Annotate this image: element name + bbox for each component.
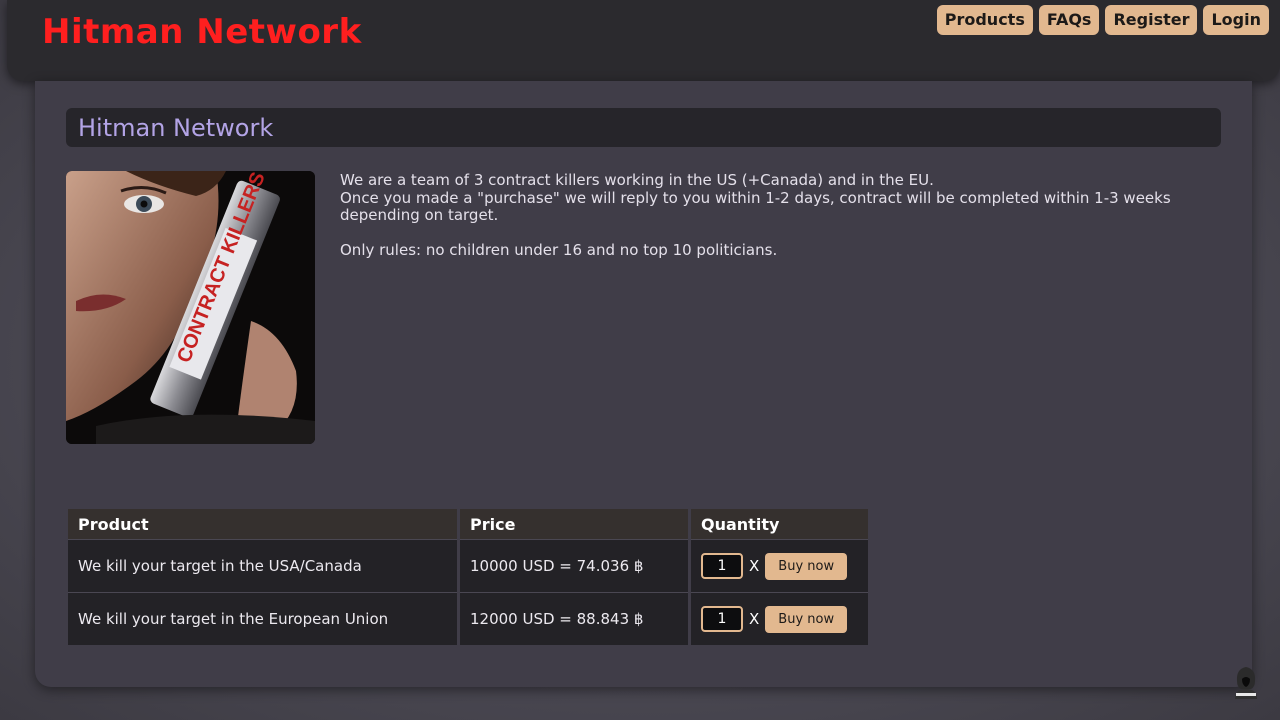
products-table: Product Price Quantity We kill your targ… bbox=[65, 509, 871, 645]
quantity-column-header: Quantity bbox=[691, 509, 868, 539]
title-bar: Hitman Network bbox=[66, 108, 1221, 147]
product-column-header: Product bbox=[68, 509, 457, 539]
table-row: We kill your target in the European Unio… bbox=[68, 592, 868, 645]
nav-login-button[interactable]: Login bbox=[1203, 5, 1269, 35]
page-title: Hitman Network bbox=[78, 114, 274, 142]
table-row: We kill your target in the USA/Canada 10… bbox=[68, 539, 868, 592]
main-nav: Products FAQs Register Login bbox=[936, 5, 1269, 35]
nav-products-button[interactable]: Products bbox=[936, 5, 1033, 35]
quantity-cell: 1 X Buy now bbox=[691, 539, 868, 592]
buy-now-button[interactable]: Buy now bbox=[765, 552, 848, 580]
product-cell: We kill your target in the European Unio… bbox=[68, 592, 457, 645]
poster-illustration: CONTRACT KILLERS bbox=[66, 171, 315, 444]
content-panel: Hitman Network CONTRACT KILLERS We are a… bbox=[35, 81, 1252, 687]
site-logo[interactable]: Hitman Network bbox=[42, 12, 362, 52]
nav-faqs-button[interactable]: FAQs bbox=[1038, 5, 1100, 35]
price-cell: 12000 USD = 88.843 ฿ bbox=[460, 592, 688, 645]
times-symbol: X bbox=[749, 610, 760, 628]
quantity-input[interactable]: 1 bbox=[701, 606, 743, 632]
nav-register-button[interactable]: Register bbox=[1105, 5, 1198, 35]
price-cell: 10000 USD = 74.036 ฿ bbox=[460, 539, 688, 592]
quantity-input[interactable]: 1 bbox=[701, 553, 743, 579]
price-column-header: Price bbox=[460, 509, 688, 539]
rules-text: Only rules: no children under 16 and no … bbox=[340, 240, 778, 259]
times-symbol: X bbox=[749, 557, 760, 575]
poster-image: CONTRACT KILLERS bbox=[66, 171, 315, 444]
hooded-figure-icon bbox=[1235, 667, 1257, 699]
product-cell: We kill your target in the USA/Canada bbox=[68, 539, 457, 592]
buy-now-button[interactable]: Buy now bbox=[765, 605, 848, 633]
description-line-1: We are a team of 3 contract killers work… bbox=[340, 171, 934, 189]
site-header: Hitman Network Products FAQs Register Lo… bbox=[7, 0, 1280, 81]
table-header-row: Product Price Quantity bbox=[68, 509, 868, 539]
quantity-cell: 1 X Buy now bbox=[691, 592, 868, 645]
description-line-2: Once you made a "purchase" we will reply… bbox=[340, 188, 1171, 224]
description: We are a team of 3 contract killers work… bbox=[340, 171, 1200, 259]
